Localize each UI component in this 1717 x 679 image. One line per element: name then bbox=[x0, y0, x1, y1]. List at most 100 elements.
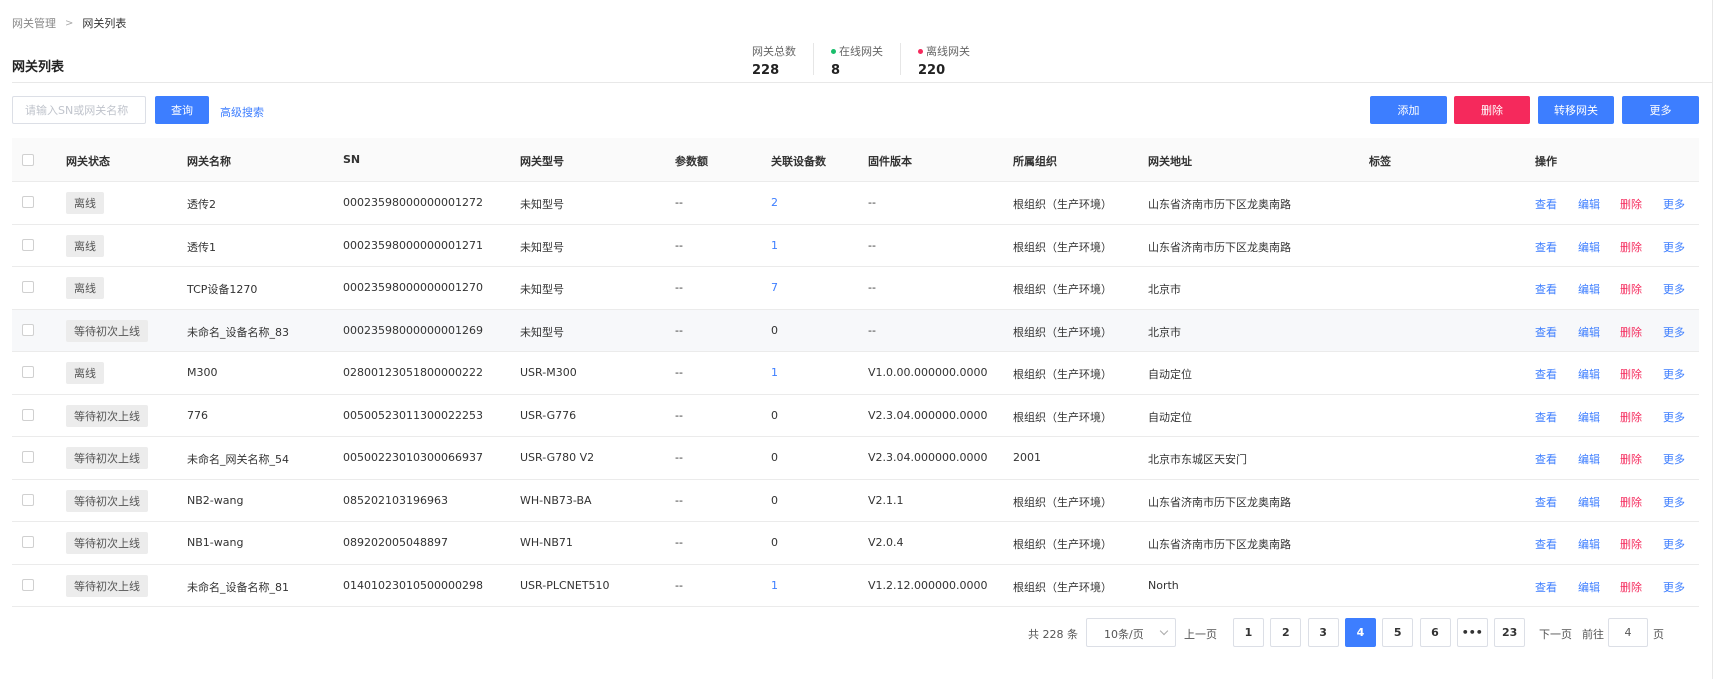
edit-link[interactable]: 编辑 bbox=[1578, 494, 1600, 510]
view-link[interactable]: 查看 bbox=[1535, 579, 1557, 595]
row-checkbox[interactable] bbox=[22, 408, 34, 421]
row-checkbox[interactable] bbox=[22, 323, 34, 336]
more-link[interactable]: 更多 bbox=[1663, 579, 1685, 595]
delete-link[interactable]: 删除 bbox=[1620, 536, 1642, 552]
query-button[interactable]: 查询 bbox=[155, 96, 209, 124]
delete-link[interactable]: 删除 bbox=[1620, 494, 1642, 510]
cell-model: 未知型号 bbox=[520, 283, 564, 296]
row-checkbox[interactable] bbox=[22, 578, 34, 591]
edit-link[interactable]: 编辑 bbox=[1578, 451, 1600, 467]
row-checkbox[interactable] bbox=[22, 366, 34, 378]
cell-param: -- bbox=[675, 366, 683, 379]
more-link[interactable]: 更多 bbox=[1663, 324, 1685, 340]
more-link[interactable]: 更多 bbox=[1663, 196, 1685, 212]
delete-link[interactable]: 删除 bbox=[1620, 324, 1642, 340]
goto-page-input[interactable] bbox=[1608, 618, 1648, 647]
page-ellipsis-button[interactable]: ••• bbox=[1456, 618, 1488, 647]
next-page-button[interactable]: 下一页 bbox=[1539, 626, 1572, 642]
cell-sn: 00023598000000001269 bbox=[343, 323, 483, 337]
cell-firmware: -- bbox=[868, 238, 876, 252]
view-link[interactable]: 查看 bbox=[1535, 196, 1557, 212]
more-link[interactable]: 更多 bbox=[1663, 366, 1685, 382]
delete-link[interactable]: 删除 bbox=[1620, 239, 1642, 255]
cell-devices[interactable]: 7 bbox=[771, 281, 778, 294]
advanced-search-link[interactable]: 高级搜索 bbox=[220, 104, 264, 120]
table-row: 离线 TCP设备1270 00023598000000001270 未知型号 -- 7 --… bbox=[12, 267, 1699, 310]
edit-link[interactable]: 编辑 bbox=[1578, 409, 1600, 425]
more-button[interactable]: 更多 bbox=[1622, 96, 1699, 124]
row-checkbox[interactable] bbox=[22, 281, 34, 293]
view-link[interactable]: 查看 bbox=[1535, 536, 1557, 552]
page-button[interactable]: 2 bbox=[1270, 618, 1302, 647]
table-header: 网关状态 网关名称 SN 网关型号 参数额 关联设备数 固件版本 所属组织 网关… bbox=[12, 138, 1699, 182]
cell-firmware: V1.0.00.000000.0000 bbox=[868, 366, 988, 379]
more-link[interactable]: 更多 bbox=[1663, 409, 1685, 425]
cell-org: 2001 bbox=[1013, 451, 1041, 464]
view-link[interactable]: 查看 bbox=[1535, 239, 1557, 255]
page-button[interactable]: 3 bbox=[1307, 618, 1339, 647]
delete-button[interactable]: 删除 bbox=[1454, 96, 1530, 124]
delete-link[interactable]: 删除 bbox=[1620, 366, 1642, 382]
edit-link[interactable]: 编辑 bbox=[1578, 366, 1600, 382]
delete-link[interactable]: 删除 bbox=[1620, 409, 1642, 425]
more-link[interactable]: 更多 bbox=[1663, 281, 1685, 297]
header-tag: 标签 bbox=[1369, 155, 1391, 168]
header-address: 网关地址 bbox=[1148, 155, 1192, 168]
header-firmware: 固件版本 bbox=[868, 155, 912, 168]
cell-devices[interactable]: 2 bbox=[771, 196, 778, 209]
edit-link[interactable]: 编辑 bbox=[1578, 196, 1600, 212]
page-button[interactable]: 1 bbox=[1233, 618, 1264, 647]
page-button[interactable]: 6 bbox=[1419, 618, 1451, 647]
view-link[interactable]: 查看 bbox=[1535, 324, 1557, 340]
more-link[interactable]: 更多 bbox=[1663, 239, 1685, 255]
view-link[interactable]: 查看 bbox=[1535, 281, 1557, 297]
edit-link[interactable]: 编辑 bbox=[1578, 579, 1600, 595]
row-checkbox[interactable] bbox=[22, 536, 34, 548]
edit-link[interactable]: 编辑 bbox=[1578, 281, 1600, 297]
cell-firmware: V2.3.04.000000.0000 bbox=[868, 451, 988, 464]
edit-link[interactable]: 编辑 bbox=[1578, 239, 1600, 255]
row-checkbox[interactable] bbox=[22, 451, 34, 463]
edit-link[interactable]: 编辑 bbox=[1578, 324, 1600, 340]
add-button[interactable]: 添加 bbox=[1370, 96, 1447, 124]
cell-address: 北京市东城区天安门 bbox=[1148, 453, 1247, 466]
search-input[interactable] bbox=[12, 96, 146, 124]
view-link[interactable]: 查看 bbox=[1535, 409, 1557, 425]
cell-devices[interactable]: 1 bbox=[771, 366, 778, 379]
breadcrumb-item-gateway-management[interactable]: 网关管理 bbox=[12, 15, 56, 31]
page-button[interactable]: 23 bbox=[1494, 618, 1526, 647]
edit-link[interactable]: 编辑 bbox=[1578, 536, 1600, 552]
cell-param: -- bbox=[675, 578, 683, 592]
row-checkbox[interactable] bbox=[22, 493, 34, 506]
table-row: 等待初次上线 未命名_设备名称_81 01401023010500000298 USR… bbox=[12, 565, 1699, 607]
cell-devices[interactable]: 1 bbox=[771, 579, 778, 592]
more-link[interactable]: 更多 bbox=[1663, 451, 1685, 467]
prev-page-button[interactable]: 上一页 bbox=[1184, 626, 1217, 642]
cell-model: 未知型号 bbox=[520, 198, 564, 211]
page-button[interactable]: 5 bbox=[1382, 618, 1414, 647]
row-checkbox[interactable] bbox=[22, 238, 34, 251]
view-link[interactable]: 查看 bbox=[1535, 494, 1557, 510]
page-button[interactable]: 4 bbox=[1344, 618, 1376, 647]
delete-link[interactable]: 删除 bbox=[1620, 579, 1642, 595]
cell-org: 根组织（生产环境） bbox=[1013, 538, 1112, 551]
cell-sn: 00500223010300066937 bbox=[343, 451, 483, 464]
view-link[interactable]: 查看 bbox=[1535, 451, 1557, 467]
delete-link[interactable]: 删除 bbox=[1620, 196, 1642, 212]
cell-name: 透传1 bbox=[187, 240, 216, 254]
transfer-gateway-button[interactable]: 转移网关 bbox=[1538, 96, 1614, 124]
row-checkbox[interactable] bbox=[22, 196, 34, 208]
table-body: 离线 透传2 00023598000000001272 未知型号 -- 2 -- 根组织（生产… bbox=[12, 182, 1699, 607]
gateway-table: 网关状态 网关名称 SN 网关型号 参数额 关联设备数 固件版本 所属组织 网关… bbox=[12, 138, 1699, 607]
cell-param: -- bbox=[675, 493, 683, 507]
more-link[interactable]: 更多 bbox=[1663, 536, 1685, 552]
cell-devices[interactable]: 1 bbox=[771, 239, 778, 252]
delete-link[interactable]: 删除 bbox=[1620, 451, 1642, 467]
cell-sn: 00023598000000001271 bbox=[343, 238, 483, 252]
more-link[interactable]: 更多 bbox=[1663, 494, 1685, 510]
page-size-select[interactable]: 10条/页 bbox=[1086, 618, 1176, 647]
delete-link[interactable]: 删除 bbox=[1620, 281, 1642, 297]
view-link[interactable]: 查看 bbox=[1535, 366, 1557, 382]
select-all-checkbox[interactable] bbox=[22, 154, 34, 166]
cell-devices: 0 bbox=[771, 323, 778, 337]
